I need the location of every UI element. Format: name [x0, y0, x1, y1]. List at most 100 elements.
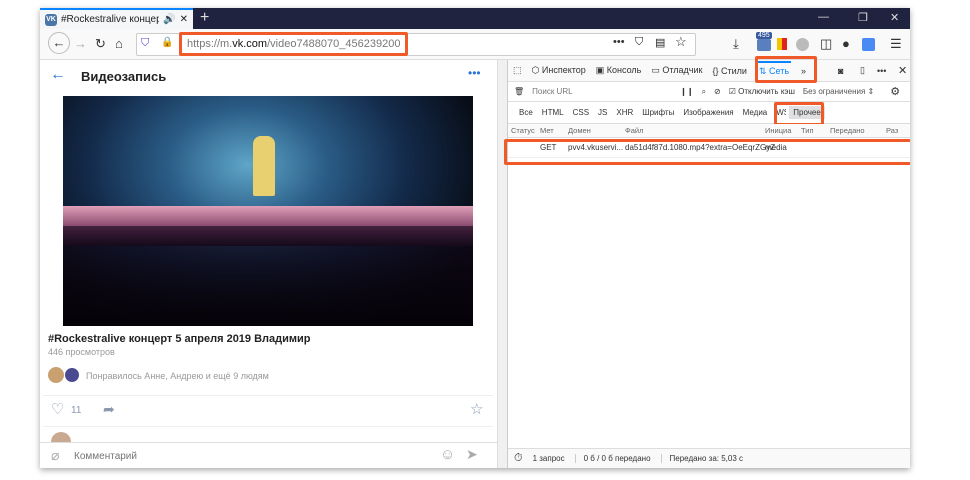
attach-icon[interactable]: ⌀	[51, 447, 59, 464]
conductor	[253, 136, 275, 196]
col-transferred[interactable]: Передано	[830, 126, 865, 135]
home-icon[interactable]: ⌂	[115, 36, 123, 51]
close-devtools-icon[interactable]: ✕	[898, 64, 907, 77]
col-file[interactable]: Файл	[625, 126, 643, 135]
divider	[43, 395, 493, 396]
page-content: ← Видеозапись ••• #Rockestralive концерт…	[40, 60, 497, 468]
menu-icon[interactable]: ☰	[890, 36, 902, 52]
share-icon[interactable]: ➦	[103, 401, 115, 418]
filter-css[interactable]: CSS	[573, 108, 589, 117]
translate-icon[interactable]: ▤	[655, 36, 665, 49]
restore-button[interactable]: ❐	[858, 11, 868, 24]
request-table-header: Статус Мет Домен Файл Инициа Тип Передан…	[508, 124, 910, 138]
devtools-toolbar: ⬚ ⬡ Инспектор ▣ Консоль ▭ Отладчик {} Ст…	[508, 60, 910, 82]
highlight-request-row	[504, 139, 910, 165]
browser-window: VK #Rockestralive концерт 5 ап 🔊 ✕ + — ❐…	[40, 8, 910, 468]
divider	[43, 426, 493, 427]
close-window-button[interactable]: ✕	[890, 11, 899, 24]
throttle-select[interactable]: Без ограничения ⇕	[803, 87, 874, 96]
extension-mail-icon[interactable]	[757, 39, 771, 51]
screenshot-icon[interactable]: ◙	[838, 66, 843, 76]
responsive-icon[interactable]: ▯	[860, 65, 865, 76]
clear-icon[interactable]: 🗑	[514, 87, 524, 96]
filter-all[interactable]: Все	[519, 108, 533, 117]
sidebar-icon[interactable]: ◫	[820, 36, 832, 52]
devtools-menu-icon[interactable]: •••	[877, 66, 886, 76]
bookmark-star-icon[interactable]: ☆	[675, 34, 687, 50]
adblock-icon[interactable]	[796, 38, 809, 51]
col-type[interactable]: Тип	[801, 126, 814, 135]
col-domain[interactable]: Домен	[568, 126, 591, 135]
col-initiator[interactable]: Инициа	[765, 126, 791, 135]
liked-by-text[interactable]: Понравилось Анне, Андрею и ещё 9 людям	[86, 371, 269, 381]
filter-images[interactable]: Изображения	[683, 108, 733, 117]
reload-icon[interactable]: ↻	[95, 36, 106, 52]
emoji-icon[interactable]: ☺	[440, 446, 455, 463]
favorite-star-icon[interactable]: ☆	[470, 400, 483, 418]
filter-media[interactable]: Медиа	[743, 108, 768, 117]
filter-js[interactable]: JS	[598, 108, 607, 117]
request-count: 1 запрос	[532, 454, 565, 463]
search-icon[interactable]: ⌕	[702, 87, 706, 97]
vk-favicon-icon: VK	[45, 13, 57, 26]
col-size[interactable]: Раз	[886, 126, 898, 135]
tab-title: #Rockestralive концерт 5 ап	[61, 14, 160, 25]
scrollbar[interactable]	[497, 60, 507, 468]
network-filter-bar: 🗑 ❙❙ ⌕ ⊘ ☑ Отключить кэш Без ограничения…	[508, 82, 910, 102]
filter-html[interactable]: HTML	[542, 108, 564, 117]
comment-input[interactable]	[74, 447, 424, 465]
pause-icon[interactable]: ❙❙	[680, 87, 693, 96]
forward-button[interactable]: →	[74, 36, 87, 51]
highlight-other-filter	[774, 102, 824, 126]
highlight-network-tab	[755, 56, 817, 83]
devtools-panel: ⬚ ⬡ Инспектор ▣ Консоль ▭ Отладчик {} Ст…	[504, 56, 910, 468]
tab-bar: VK #Rockestralive концерт 5 ап 🔊 ✕ + — ❐…	[40, 8, 910, 29]
video-player[interactable]	[63, 96, 473, 326]
comment-bar: ⌀ ☺ ➤	[40, 442, 497, 468]
download-icon[interactable]: ⤓	[733, 36, 739, 52]
tab-debugger[interactable]: ▭ Отладчик	[651, 65, 702, 76]
network-status-bar: ⏱ 1 запрос 0 б / 0 б передано Передано з…	[508, 448, 910, 468]
timer-icon: ⏱	[514, 452, 523, 464]
view-count: 446 просмотров	[48, 347, 115, 357]
transferred-size: 0 б / 0 б передано	[574, 454, 651, 463]
new-tab-button[interactable]: +	[200, 9, 209, 27]
url-text[interactable]: https://m.vk.com/video7488070_456239200	[179, 32, 409, 56]
tab-styles[interactable]: {} Стили	[712, 66, 746, 76]
back-arrow-icon[interactable]: ←	[50, 66, 66, 84]
col-method[interactable]: Мет	[540, 126, 554, 135]
send-icon[interactable]: ➤	[466, 446, 478, 463]
pick-element-icon[interactable]: ⬚	[513, 65, 522, 76]
close-tab-icon[interactable]: ✕	[180, 14, 188, 25]
page-title: Видеозапись	[81, 69, 167, 84]
url-filter-input[interactable]	[532, 87, 673, 96]
avatar[interactable]	[64, 367, 80, 383]
filter-fonts[interactable]: Шрифты	[642, 108, 674, 117]
avatar[interactable]	[48, 367, 64, 383]
settings-gear-icon[interactable]: ⚙	[890, 85, 900, 98]
more-options-icon[interactable]: •••	[468, 66, 481, 80]
filter-xhr[interactable]: XHR	[616, 108, 633, 117]
type-filter-bar: Все HTML CSS JS XHR Шрифты Изображения М…	[508, 102, 910, 124]
block-icon[interactable]: ⊘	[714, 87, 721, 96]
more-actions-icon[interactable]: •••	[613, 36, 625, 48]
minimize-button[interactable]: —	[818, 11, 829, 23]
like-icon[interactable]: ♡	[51, 400, 64, 418]
tracking-shield-icon[interactable]: ⛉	[141, 37, 149, 50]
back-button[interactable]: ←	[48, 32, 70, 54]
disable-cache-checkbox[interactable]: ☑ Отключить кэш	[729, 87, 795, 96]
commenter-avatar	[51, 432, 71, 442]
extension-bookmark-icon[interactable]	[777, 38, 787, 50]
like-count: 11	[71, 405, 82, 416]
transfer-time: Передано за: 5,03 с	[660, 454, 743, 463]
speaker-icon[interactable]: 🔊	[163, 14, 175, 25]
lock-icon[interactable]: 🔒	[161, 37, 173, 48]
translate-extension-icon[interactable]	[862, 38, 875, 51]
tab-inspector[interactable]: ⬡ Инспектор	[532, 65, 586, 76]
account-icon[interactable]: ●	[842, 36, 850, 51]
col-status[interactable]: Статус	[511, 126, 535, 135]
video-title: #Rockestralive концерт 5 апреля 2019 Вла…	[48, 333, 311, 345]
pocket-icon[interactable]: ⛉	[635, 36, 643, 49]
tab-console[interactable]: ▣ Консоль	[596, 65, 642, 76]
browser-tab[interactable]: VK #Rockestralive концерт 5 ап 🔊 ✕	[40, 8, 193, 29]
